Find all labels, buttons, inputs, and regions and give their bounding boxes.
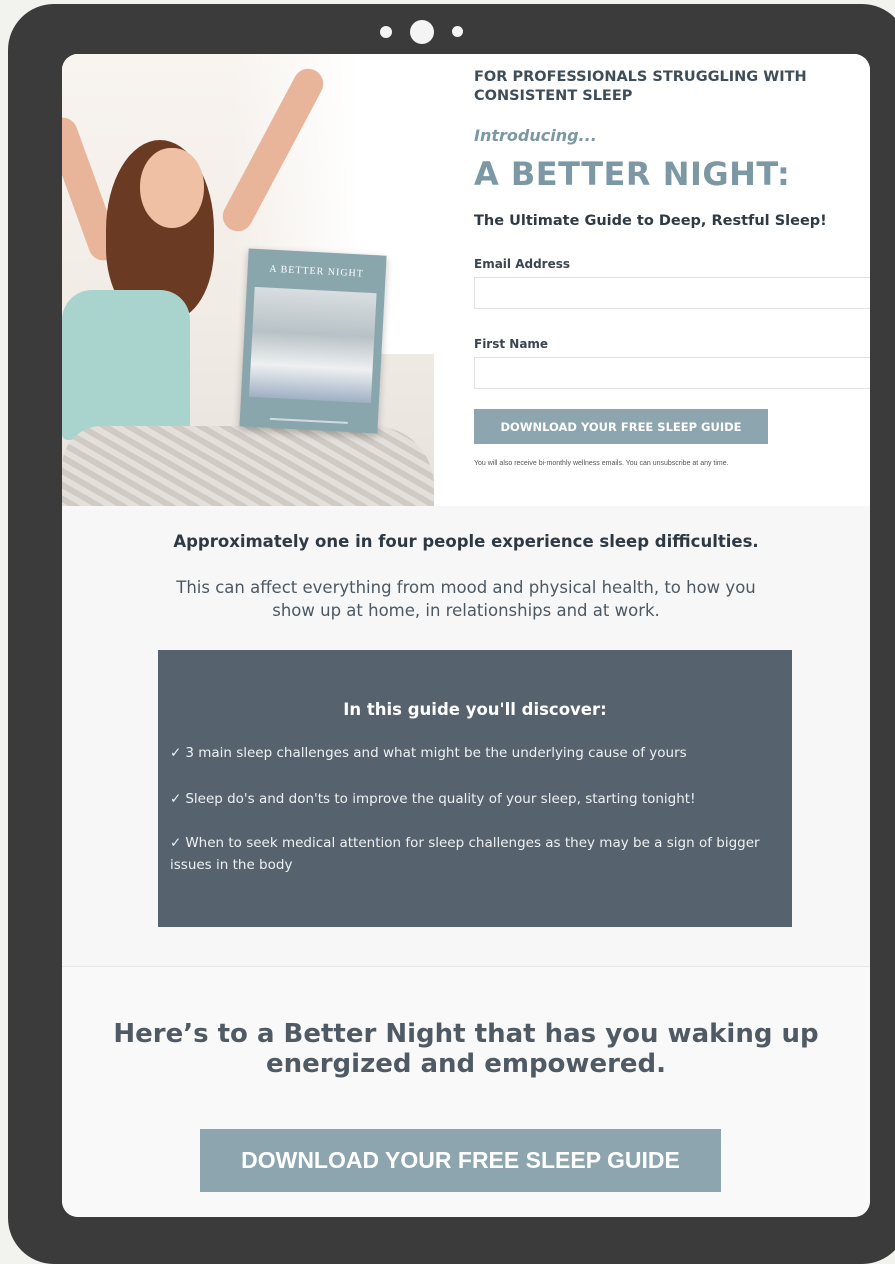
audience-kicker: FOR PROFESSIONALS STRUGGLING WITH CONSIS… xyxy=(474,69,807,104)
checkmark-icon: ✓ xyxy=(170,835,182,851)
benefits-panel: In this guide you'll discover: ✓ 3 main s… xyxy=(158,650,792,927)
download-guide-cta-button[interactable]: DOWNLOAD YOUR FREE SLEEP GUIDE xyxy=(200,1129,721,1192)
intro-text: Introducing... xyxy=(474,126,597,145)
book-cover-image xyxy=(248,286,377,404)
checkmark-icon: ✓ xyxy=(170,745,182,761)
email-field[interactable] xyxy=(474,277,870,309)
list-item: ✓ 3 main sleep challenges and what might … xyxy=(170,742,786,764)
list-item-text: Sleep do's and don'ts to improve the qua… xyxy=(185,791,696,807)
guide-book-cover: A BETTER NIGHT xyxy=(239,248,387,434)
camera-dot-left xyxy=(380,26,392,38)
first-name-field[interactable] xyxy=(474,357,870,389)
benefits-title: In this guide you'll discover: xyxy=(343,700,607,719)
closing-headline: Here’s to a Better Night that has you wa… xyxy=(113,1019,819,1079)
impact-paragraph: This can affect everything from mood and… xyxy=(176,578,756,620)
email-label: Email Address xyxy=(474,257,571,271)
bed-blanket xyxy=(62,426,434,506)
checkmark-icon: ✓ xyxy=(170,791,182,807)
email-disclaimer: You will also receive bi-monthly wellnes… xyxy=(474,460,729,467)
list-item-text: When to seek medical attention for sleep… xyxy=(170,835,760,873)
sleep-statistic: Approximately one in four people experie… xyxy=(173,532,759,551)
woman-shirt xyxy=(62,290,190,440)
camera-dot-right xyxy=(452,26,463,37)
first-name-label: First Name xyxy=(474,337,549,351)
page-subtitle: The Ultimate Guide to Deep, Restful Slee… xyxy=(474,213,827,229)
list-item: ✓ When to seek medical attention for slee… xyxy=(170,832,786,876)
hero-section: A BETTER NIGHT FOR PROFESSIONALS STRUGGL… xyxy=(62,54,870,506)
closing-section: Here’s to a Better Night that has you wa… xyxy=(62,967,870,1217)
info-section: Approximately one in four people experie… xyxy=(62,506,870,966)
landing-page: A BETTER NIGHT FOR PROFESSIONALS STRUGGL… xyxy=(62,54,870,1217)
list-item: ✓ Sleep do's and don'ts to improve the qu… xyxy=(170,788,786,810)
tablet-frame: A BETTER NIGHT FOR PROFESSIONALS STRUGGL… xyxy=(8,4,895,1264)
book-cover-title: A BETTER NIGHT xyxy=(269,263,365,280)
book-cover-footer xyxy=(269,417,348,424)
camera-lens xyxy=(410,20,434,44)
woman-face xyxy=(140,148,204,228)
download-guide-button[interactable]: DOWNLOAD YOUR FREE SLEEP GUIDE xyxy=(474,409,768,444)
hero-copy: FOR PROFESSIONALS STRUGGLING WITH CONSIS… xyxy=(474,68,870,467)
hero-photo: A BETTER NIGHT xyxy=(62,54,434,506)
list-item-text: 3 main sleep challenges and what might b… xyxy=(185,745,687,761)
page-title: A BETTER NIGHT: xyxy=(474,155,791,193)
signup-form: Email Address First Name DOWNLOAD YOUR F… xyxy=(474,257,870,467)
